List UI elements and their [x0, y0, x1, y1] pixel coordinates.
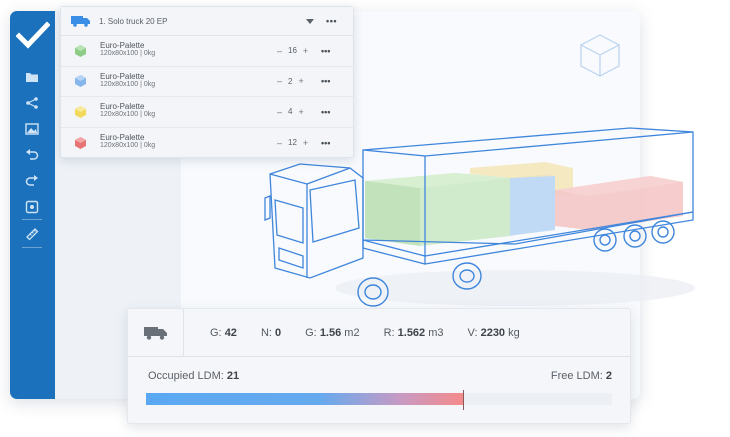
vehicle-selector[interactable]: 1. Solo truck 20 EP ••• [61, 7, 353, 36]
ldm-progress-fill [146, 393, 463, 405]
center-view-icon[interactable] [24, 199, 40, 215]
cargo-dims: 120x80x100 | 0kg [100, 80, 156, 88]
share-icon[interactable] [24, 95, 40, 111]
ruler-icon[interactable] [24, 226, 40, 242]
increment-button[interactable]: + [303, 46, 308, 56]
cargo-name: Euro-Palette [100, 71, 145, 81]
sidebar-divider [22, 247, 42, 248]
cube-icon-red [75, 136, 86, 149]
cargo-dims: 120x80x100 | 0kg [100, 111, 156, 118]
cube-icon-green [75, 44, 86, 57]
decrement-button[interactable]: – [277, 138, 282, 148]
cargo-red [555, 176, 683, 230]
decrement-button[interactable]: – [277, 46, 282, 56]
cargo-dims: 120x80x100 | 0kg [100, 141, 156, 149]
folder-icon[interactable] [24, 69, 40, 85]
item-more-button[interactable]: ••• [321, 76, 330, 86]
cargo-list-panel: 1. Solo truck 20 EP ••• Euro-Palette 120… [60, 6, 354, 158]
quantity-stepper: – 2 + [277, 76, 304, 86]
cab-wireframe [264, 163, 364, 279]
cargo-name: Euro-Palette [100, 132, 145, 142]
quantity-value[interactable]: 4 [288, 107, 292, 116]
vehicle-more-button[interactable]: ••• [326, 17, 337, 26]
image-icon[interactable] [24, 121, 40, 137]
cargo-name: Euro-Palette [100, 102, 145, 111]
item-more-button[interactable]: ••• [321, 46, 330, 56]
cargo-item[interactable]: Euro-Palette 120x80x100 | 0kg – 12 + ••• [61, 128, 353, 159]
ldm-progress-marker [462, 390, 464, 410]
cargo-item[interactable]: Euro-Palette 120x80x100 | 0kg – 4 + ••• [61, 97, 353, 128]
item-more-button[interactable]: ••• [321, 138, 330, 148]
cargo-item[interactable]: Euro-Palette 120x80x100 | 0kg – 2 + ••• [61, 67, 353, 97]
sidebar-divider [22, 219, 42, 220]
cube-icon-blue [75, 75, 86, 88]
cargo-dims: 120x80x100 | 0kg [100, 50, 156, 57]
increment-button[interactable]: + [298, 76, 303, 86]
load-stats-panel: G: 42 N: 0 G: 1.56 m2 R: 1.562 m3 V: 223… [127, 308, 631, 424]
free-ldm: Free LDM: 2 [550, 370, 612, 382]
cargo-green [365, 173, 510, 246]
occupied-ldm: Occupied LDM: 21 [148, 370, 240, 382]
ldm-progress-bar [146, 390, 612, 410]
increment-button[interactable]: + [303, 138, 308, 148]
stat-weight: V: 2230 kg [467, 326, 520, 339]
cargo-item[interactable]: Euro-Palette 120x80x100 | 0kg – 16 + ••• [61, 36, 353, 67]
truck-icon [71, 16, 90, 27]
redo-icon[interactable] [24, 173, 40, 189]
sidebar [10, 11, 55, 399]
cargo-blue [510, 174, 555, 236]
quantity-stepper: – 12 + [277, 138, 308, 148]
stat-n: N: 0 [260, 326, 282, 339]
cube-icon-yellow [75, 105, 86, 118]
decrement-button[interactable]: – [277, 107, 282, 117]
decrement-button[interactable]: – [277, 76, 282, 86]
view-cube-icon[interactable] [578, 32, 622, 78]
cargo-name: Euro-Palette [100, 41, 145, 50]
vehicle-name: 1. Solo truck 20 EP [99, 16, 168, 26]
stat-r: R: 1.562 m3 [383, 326, 444, 339]
stat-area: G: 1.56 m2 [305, 326, 360, 339]
quantity-stepper: – 16 + [277, 46, 308, 56]
quantity-value[interactable]: 2 [288, 77, 292, 86]
checkmark-logo-icon [16, 21, 50, 49]
truck-icon[interactable] [128, 309, 184, 356]
undo-icon[interactable] [24, 147, 40, 163]
item-more-button[interactable]: ••• [321, 107, 330, 117]
quantity-stepper: – 4 + [277, 107, 304, 117]
chevron-down-icon[interactable] [306, 18, 315, 24]
ldm-section: Occupied LDM: 21 Free LDM: 2 [128, 357, 630, 424]
quantity-value[interactable]: 16 [288, 46, 297, 55]
increment-button[interactable]: + [298, 107, 303, 117]
quantity-value[interactable]: 12 [288, 138, 297, 147]
stat-g: G: 42 [210, 326, 237, 339]
